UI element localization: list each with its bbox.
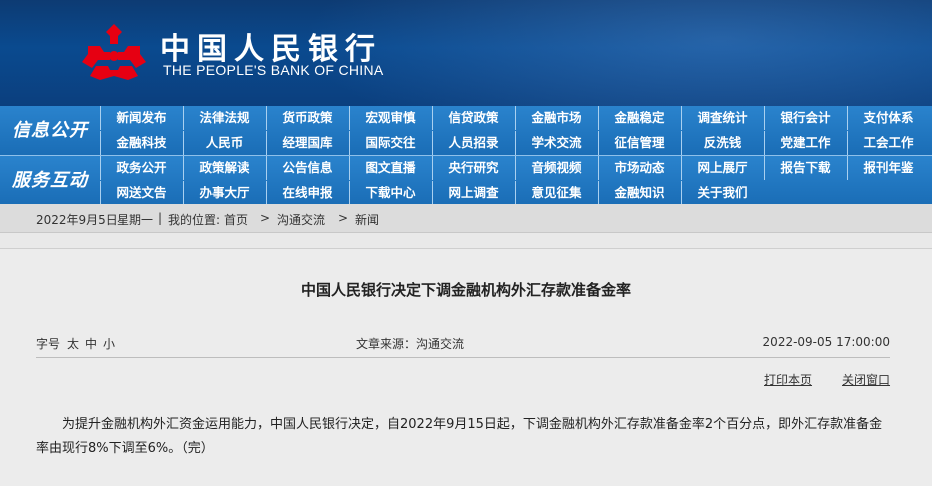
site-title-en: THE PEOPLE'S BANK OF CHINA	[163, 62, 384, 78]
article-body: 为提升金融机构外汇资金运用能力，中国人民银行决定，自2022年9月15日起，下调…	[36, 417, 883, 456]
font-size-medium-button[interactable]: 中	[85, 335, 97, 352]
nav-item[interactable]: 图文直播	[349, 156, 431, 180]
nav-item[interactable]: 货币政策	[266, 106, 348, 130]
article-datetime: 2022-09-05 17:00:00	[762, 335, 890, 349]
nav-item[interactable]: 人民币	[183, 131, 265, 155]
breadcrumb-arrow: >	[338, 211, 349, 225]
nav-item[interactable]: 报告下载	[764, 156, 846, 180]
nav-item[interactable]: 征信管理	[598, 131, 680, 155]
article-title: 中国人民银行决定下调金融机构外汇存款准备金率	[300, 281, 631, 299]
main-navigation: 信息公开 新闻发布 法律法规 货币政策 宏观审慎 信贷政策 金融市场 金融稳定 调查统计 银行会…	[0, 106, 932, 205]
close-window-link[interactable]: 关闭窗口	[842, 371, 890, 388]
breadcrumb-arrow: >	[260, 211, 271, 225]
pboc-logo-icon[interactable]	[78, 22, 150, 82]
breadcrumb-level1-link[interactable]: 沟通交流	[277, 211, 325, 228]
nav-item[interactable]: 办事大厅	[183, 181, 265, 205]
nav-item[interactable]: 金融稳定	[598, 106, 680, 130]
nav-grid: 新闻发布 法律法规 货币政策 宏观审慎 信贷政策 金融市场 金融稳定 调查统计 银行会计 支付体系…	[100, 106, 932, 155]
nav-item[interactable]: 金融知识	[598, 181, 680, 205]
current-date: 2022年9月5日	[36, 213, 118, 227]
breadcrumb-home-link[interactable]: 首页	[224, 211, 248, 228]
nav-grid: 政务公开 政策解读 公告信息 图文直播 央行研究 音频视频 市场动态 网上展厅 报告下载 报刊年鉴…	[100, 156, 932, 205]
location-label: 我的位置:	[168, 213, 221, 227]
breadcrumb: 2022年9月5日 星期一 | 我的位置: 首页 > 沟通交流 > 新闻	[0, 204, 932, 233]
nav-item[interactable]: 金融市场	[515, 106, 597, 130]
nav-item[interactable]: 学术交流	[515, 131, 597, 155]
nav-item[interactable]: 公告信息	[266, 156, 348, 180]
nav-group-label: 信息公开	[12, 120, 88, 141]
breadcrumb-level2-link[interactable]: 新闻	[355, 211, 379, 228]
nav-item[interactable]: 工会工作	[847, 131, 929, 155]
current-weekday: 星期一	[117, 213, 154, 227]
nav-item[interactable]: 关于我们	[681, 181, 763, 205]
nav-item[interactable]: 信贷政策	[432, 106, 514, 130]
nav-item[interactable]: 网送文告	[100, 181, 182, 205]
nav-item[interactable]: 报刊年鉴	[847, 156, 929, 180]
breadcrumb-separator: |	[158, 211, 163, 225]
nav-item[interactable]: 金融科技	[100, 131, 182, 155]
nav-group-service: 服务互动 政务公开 政策解读 公告信息 图文直播 央行研究 音频视频 市场动态 网上展厅 报告下…	[0, 155, 932, 205]
nav-item[interactable]: 政务公开	[100, 156, 182, 180]
site-header: 中国人民银行 THE PEOPLE'S BANK OF CHINA	[0, 0, 932, 106]
nav-item[interactable]: 党建工作	[764, 131, 846, 155]
article-meta: 字号 太 中 小 文章来源：沟通交流 2022-09-05 17:00:00	[36, 327, 890, 358]
font-size-large-button[interactable]: 太	[67, 335, 79, 352]
nav-item[interactable]: 政策解读	[183, 156, 265, 180]
nav-item[interactable]: 反洗钱	[681, 131, 763, 155]
font-size-label: 字号	[36, 337, 61, 351]
nav-item[interactable]: 央行研究	[432, 156, 514, 180]
article-source: 文章来源：沟通交流	[356, 337, 465, 351]
nav-item[interactable]: 在线申报	[266, 181, 348, 205]
nav-item[interactable]: 下载中心	[349, 181, 431, 205]
nav-item[interactable]: 网上展厅	[681, 156, 763, 180]
article-container: 中国人民银行决定下调金融机构外汇存款准备金率 字号 太 中 小 文章来源：沟通交…	[0, 248, 932, 486]
print-page-link[interactable]: 打印本页	[764, 371, 812, 388]
nav-item[interactable]: 银行会计	[764, 106, 846, 130]
nav-item[interactable]: 新闻发布	[100, 106, 182, 130]
nav-item[interactable]: 音频视频	[515, 156, 597, 180]
nav-item[interactable]: 市场动态	[598, 156, 680, 180]
nav-item[interactable]: 网上调查	[432, 181, 514, 205]
nav-item[interactable]: 国际交往	[349, 131, 431, 155]
nav-item[interactable]: 支付体系	[847, 106, 929, 130]
nav-item[interactable]: 调查统计	[681, 106, 763, 130]
nav-item[interactable]: 人员招录	[432, 131, 514, 155]
font-size-small-button[interactable]: 小	[103, 335, 115, 352]
nav-item[interactable]: 意见征集	[515, 181, 597, 205]
nav-item[interactable]: 宏观审慎	[349, 106, 431, 130]
nav-group-info: 信息公开 新闻发布 法律法规 货币政策 宏观审慎 信贷政策 金融市场 金融稳定 调查统计 银行会…	[0, 106, 932, 155]
nav-item[interactable]: 经理国库	[266, 131, 348, 155]
nav-item[interactable]: 法律法规	[183, 106, 265, 130]
nav-group-label: 服务互动	[12, 170, 88, 191]
